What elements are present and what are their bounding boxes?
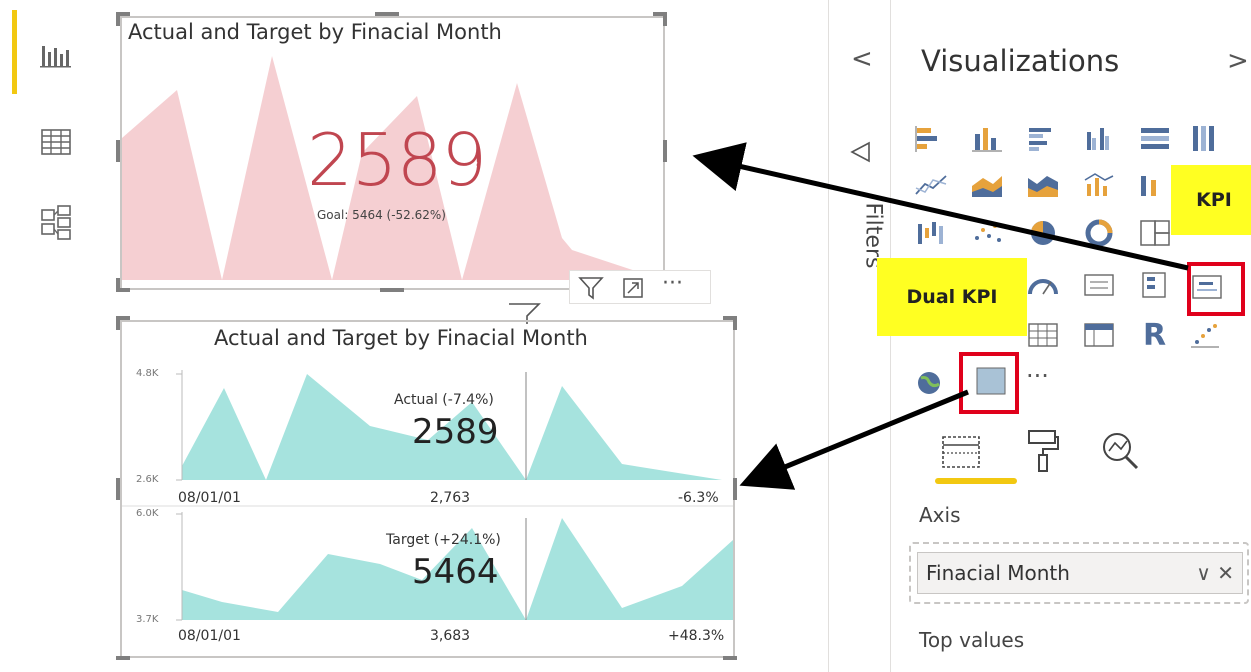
multi-row-card-icon[interactable] <box>1137 270 1173 300</box>
matrix-icon[interactable] <box>1081 320 1117 350</box>
resize-handle[interactable] <box>723 656 737 660</box>
more-visuals-icon[interactable]: ··· <box>1026 362 1049 390</box>
axis-field-pill[interactable]: Finacial Month ∨ ✕ <box>917 552 1243 594</box>
scatter-chart-icon[interactable] <box>969 218 1005 248</box>
filter-funnel-icon <box>850 141 870 163</box>
stacked-area-chart-icon[interactable] <box>1025 170 1061 200</box>
axis-field-name: Finacial Month <box>926 561 1070 585</box>
resize-handle[interactable] <box>116 278 120 292</box>
kpi-goal: Goal: 5464 (-52.62%) <box>317 208 446 222</box>
filters-pane-collapsed[interactable]: < Filters <box>829 0 891 672</box>
right-pane: < Filters Visualizations > R ··· KPI Dua… <box>828 0 1251 672</box>
globe-map-icon[interactable] <box>911 368 947 398</box>
kpi-value: 2589 <box>307 118 487 202</box>
resize-handle[interactable] <box>375 12 399 16</box>
filter-icon[interactable] <box>578 275 604 301</box>
axis-field-well[interactable]: Finacial Month ∨ ✕ <box>909 542 1249 604</box>
resize-handle[interactable] <box>116 656 130 660</box>
visualizations-title: Visualizations <box>921 44 1120 78</box>
table-icon[interactable] <box>1025 320 1061 350</box>
expand-arrow-icon[interactable]: > <box>1227 46 1249 76</box>
resize-handle[interactable] <box>116 12 120 26</box>
model-view-icon[interactable] <box>36 202 76 242</box>
bottom-mid-value: 3,683 <box>430 628 471 644</box>
format-paint-roller-icon[interactable] <box>1025 427 1061 475</box>
actual-value: 2589 <box>412 412 499 452</box>
card-icon[interactable] <box>1081 270 1117 300</box>
top-values-label: Top values <box>919 628 1025 652</box>
resize-handle[interactable] <box>116 478 120 500</box>
100-stacked-column-icon[interactable] <box>1187 124 1223 154</box>
line-and-column-chart-icon[interactable] <box>1081 170 1117 200</box>
stacked-bar-chart-icon[interactable] <box>913 124 949 154</box>
stacked-column-chart-icon[interactable] <box>969 124 1005 154</box>
fields-tab-icon[interactable] <box>939 431 983 475</box>
100-stacked-bar-icon[interactable] <box>1137 124 1173 154</box>
waterfall-chart-icon[interactable] <box>913 218 949 248</box>
resize-handle[interactable] <box>116 316 120 330</box>
line-chart-icon[interactable] <box>913 170 949 200</box>
more-options-icon[interactable]: ··· <box>662 271 683 296</box>
left-navigation-rail <box>0 0 95 672</box>
kpi-visual[interactable]: Actual and Target by Finacial Month 2589… <box>120 16 665 290</box>
top-mid-value: 2,763 <box>430 490 471 506</box>
resize-handle[interactable] <box>116 140 120 162</box>
axis-well-label: Axis <box>919 503 961 527</box>
bottom-change: +48.3% <box>668 628 725 644</box>
analytics-magnifier-icon[interactable] <box>1099 429 1143 473</box>
dual-kpi-highlight-box <box>959 352 1019 414</box>
resize-handle[interactable] <box>380 288 404 292</box>
kpi-title: Actual and Target by Finacial Month <box>128 20 502 44</box>
top-ymax-label: 4.8K <box>136 368 159 379</box>
report-view-icon[interactable] <box>36 36 76 76</box>
actual-label: Actual (-7.4%) <box>394 392 494 408</box>
dual-kpi-charts <box>122 370 733 621</box>
area-chart-icon[interactable] <box>969 170 1005 200</box>
active-view-indicator <box>12 10 17 94</box>
bottom-ymax-label: 6.0K <box>136 508 159 519</box>
r-visual-icon[interactable]: R <box>1143 318 1166 353</box>
pie-chart-icon[interactable] <box>1025 218 1061 248</box>
bottom-ymin-label: 3.7K <box>136 614 159 625</box>
dual-kpi-visual[interactable]: Actual and Target by Finacial Month 4.8K… <box>120 320 735 658</box>
dual-kpi-callout: Dual KPI <box>877 258 1027 336</box>
axis-field-controls[interactable]: ∨ ✕ <box>1196 561 1234 585</box>
ribbon-chart-icon[interactable] <box>1137 170 1173 200</box>
report-canvas: Actual and Target by Finacial Month 2589… <box>95 0 828 672</box>
visual-header: ··· <box>569 270 711 304</box>
resize-handle[interactable] <box>663 12 667 26</box>
treemap-icon[interactable] <box>1137 218 1173 248</box>
clustered-column-chart-icon[interactable] <box>1081 124 1117 154</box>
donut-chart-icon[interactable] <box>1081 218 1117 248</box>
data-view-icon[interactable] <box>36 122 76 162</box>
clustered-bar-chart-icon[interactable] <box>1025 124 1061 154</box>
resize-handle[interactable] <box>663 140 667 162</box>
resize-handle[interactable] <box>733 316 737 330</box>
gauge-icon[interactable] <box>1025 270 1061 300</box>
kpi-highlight-box <box>1187 262 1245 316</box>
kpi-warning-icon: ! <box>474 150 482 171</box>
visualizations-pane: Visualizations > R ··· KPI Dual KPI Axis… <box>877 0 1251 672</box>
target-label: Target (+24.1%) <box>386 532 501 548</box>
python-visual-icon[interactable] <box>1187 320 1223 350</box>
top-change: -6.3% <box>678 490 719 506</box>
active-tab-indicator <box>935 478 1017 484</box>
kpi-callout: KPI <box>1171 165 1251 235</box>
bottom-start-date: 08/01/01 <box>178 628 241 644</box>
top-ymin-label: 2.6K <box>136 474 159 485</box>
top-start-date: 08/01/01 <box>178 490 241 506</box>
collapse-arrow-icon[interactable]: < <box>851 44 873 74</box>
target-value: 5464 <box>412 552 499 592</box>
resize-handle[interactable] <box>733 478 737 500</box>
focus-mode-icon[interactable] <box>622 277 644 299</box>
pane-tabs <box>931 425 1231 495</box>
